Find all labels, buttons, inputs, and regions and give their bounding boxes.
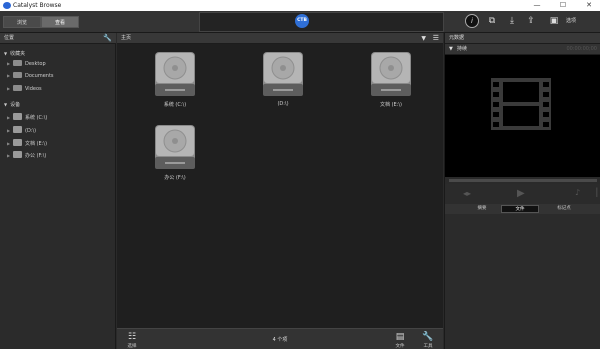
select-button[interactable]: 选择	[123, 343, 141, 349]
folder-icon	[13, 71, 22, 78]
device-d[interactable]: ▶ (D:\)	[7, 126, 37, 135]
duration-section[interactable]: ▼ 持续 00:00:00;00	[445, 44, 600, 55]
window-title: Catalyst Browse	[13, 2, 62, 9]
favorite-documents[interactable]: ▶ Documents	[7, 71, 54, 80]
favorites-section[interactable]: ▼ 收藏夹	[4, 50, 25, 57]
metadata-tabs: 摘要 文件 标记点	[445, 204, 600, 214]
tab-markers[interactable]: 标记点	[545, 205, 583, 213]
devices-label: 设备	[10, 102, 21, 108]
collapse-triangle-icon: ▼	[4, 51, 8, 56]
collapse-triangle-icon: ▼	[449, 46, 453, 52]
device-label: 文档 (E:\)	[25, 141, 48, 147]
favorite-label: Desktop	[25, 61, 46, 67]
shuttle-icon[interactable]: ◂▸	[463, 189, 471, 198]
favorite-desktop[interactable]: ▶ Desktop	[7, 59, 46, 68]
device-label: 系统 (C:\)	[25, 115, 48, 121]
download-icon[interactable]: ⤓	[505, 14, 519, 28]
drive-icon	[13, 151, 22, 158]
drive-label: 系统 (C:\)	[163, 102, 187, 108]
export-icon[interactable]: ⇪	[524, 14, 538, 28]
content-title: 主页	[121, 35, 132, 41]
content-header: 主页 ▼ ☰	[117, 33, 443, 44]
device-label: (D:\)	[25, 128, 37, 134]
copy-icon[interactable]: ⧉	[485, 14, 499, 28]
collapse-triangle-icon: ▼	[4, 102, 8, 107]
close-button[interactable]: ✕	[578, 0, 600, 11]
tab-view[interactable]: 查看	[41, 16, 79, 28]
metadata-title: 元数据	[449, 35, 465, 41]
drive-label: (D:\)	[277, 101, 289, 107]
minimize-button[interactable]: —	[526, 0, 548, 11]
logo-bar	[199, 12, 444, 32]
hard-drive-icon	[155, 52, 195, 96]
favorites-label: 收藏夹	[10, 51, 26, 57]
locations-header: 位置 🔧	[0, 33, 116, 44]
metadata-header: 元数据	[445, 33, 600, 44]
timecode: 00:00:00;00	[566, 46, 597, 52]
app-logo-icon	[3, 2, 11, 9]
drive-icon	[13, 126, 22, 133]
device-f[interactable]: ▶ 办公 (F:\)	[7, 151, 47, 160]
tab-browse[interactable]: 浏览	[3, 16, 41, 28]
device-label: 办公 (F:\)	[25, 153, 47, 159]
locations-title: 位置	[4, 35, 15, 41]
devices-section[interactable]: ▼ 设备	[4, 101, 20, 108]
tab-file[interactable]: 文件	[501, 205, 539, 213]
favorite-videos[interactable]: ▶ Videos	[7, 84, 42, 93]
locations-panel: 位置 🔧 ▼ 收藏夹 ▶ Desktop ▶ Documents ▶ Videos ▼ 设…	[0, 33, 116, 349]
tools-button[interactable]: 工具	[419, 343, 437, 349]
audio-icon[interactable]: ♪	[575, 188, 580, 197]
drive-label: 文档 (E:\)	[379, 102, 403, 108]
drive-icon	[13, 113, 22, 120]
wrench-icon[interactable]: 🔧	[103, 33, 112, 44]
drive-item-c[interactable]: 系统 (C:\)	[145, 50, 205, 120]
metadata-panel: 元数据 ▼ 持续 00:00:00;00 ◂▸ ▶ ♪ ▕ 摘要 文件 标记点	[444, 33, 600, 349]
filter-icon[interactable]: ▼	[421, 33, 426, 44]
drive-icon	[13, 139, 22, 146]
folder-icon	[13, 84, 22, 91]
volume-icon[interactable]: ▕	[591, 188, 597, 197]
title-bar: Catalyst Browse — ☐ ✕	[0, 0, 600, 11]
film-strip-icon	[491, 78, 551, 130]
maximize-button[interactable]: ☐	[552, 0, 574, 11]
duration-label: 持续	[457, 46, 468, 52]
device-c[interactable]: ▶ 系统 (C:\)	[7, 113, 48, 122]
bottom-toolbar: ☷ 选择 4 个项 ▤ 文件 🔧 工具	[117, 328, 443, 349]
play-icon[interactable]: ▶	[517, 188, 525, 199]
briefcase-icon[interactable]: ▣	[547, 14, 561, 28]
playback-controls: ◂▸ ▶ ♪ ▕	[445, 184, 600, 204]
drive-label: 办公 (F:\)	[164, 175, 186, 181]
scrub-track	[449, 179, 597, 182]
ctb-logo-icon: CTB	[295, 14, 309, 28]
hard-drive-icon	[155, 125, 195, 169]
app-window: Catalyst Browse — ☐ ✕ 浏览 查看 CTB i ⧉ ⤓ ⇪ …	[0, 0, 600, 349]
film-file-icon[interactable]: ▤	[392, 332, 408, 342]
hard-drive-icon	[263, 52, 303, 96]
folder-icon	[13, 59, 22, 66]
tab-summary[interactable]: 摘要	[463, 205, 501, 213]
list-view-icon[interactable]: ☰	[433, 33, 439, 44]
device-e[interactable]: ▶ 文档 (E:\)	[7, 139, 48, 148]
favorite-label: Documents	[25, 73, 54, 79]
options-button[interactable]: 选项	[566, 17, 576, 24]
hard-drive-icon	[371, 52, 411, 96]
scrub-bar[interactable]	[445, 177, 600, 184]
drive-item-d[interactable]: (D:\)	[253, 50, 313, 120]
drive-item-f[interactable]: 办公 (F:\)	[145, 123, 205, 193]
video-preview	[445, 55, 600, 177]
file-button[interactable]: 文件	[391, 343, 409, 349]
tools-icon[interactable]: 🔧	[420, 332, 436, 342]
favorite-label: Videos	[25, 86, 42, 92]
content-area: 主页 ▼ ☰ 系统 (C:\) (D:\) 文档 (E:\) 办公 (F:\) …	[117, 33, 443, 349]
drive-item-e[interactable]: 文档 (E:\)	[361, 50, 421, 120]
info-icon[interactable]: i	[465, 14, 479, 28]
